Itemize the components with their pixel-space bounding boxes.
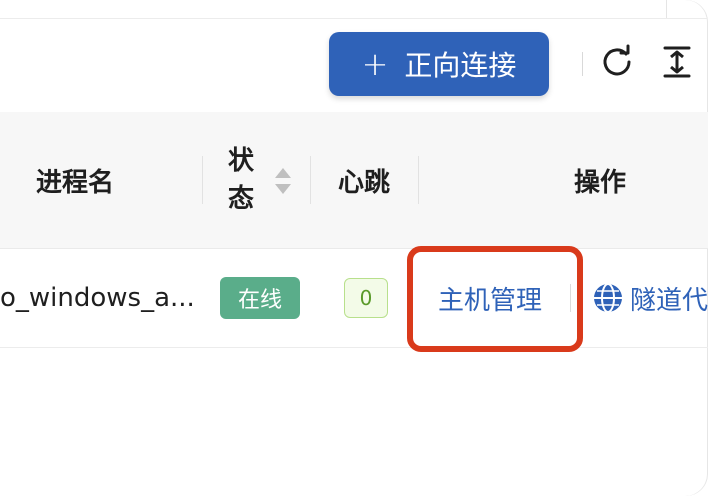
forward-connect-label: 正向连接 [404, 49, 517, 82]
toolbar-divider [582, 52, 583, 76]
column-header-status[interactable]: 状 态 [228, 112, 254, 248]
top-divider [0, 0, 708, 19]
table-header: 进程名 状 态 心跳 操作 [0, 112, 708, 249]
plus-icon: + [361, 45, 389, 83]
table-panel: + 正向连接 进程名 状 态 心跳 操作 o_windows_a... 在线 0 [0, 0, 708, 496]
column-header-actions: 操作 [574, 167, 627, 198]
refresh-icon[interactable] [599, 44, 635, 80]
process-name-cell: o_windows_a... [0, 283, 195, 313]
sort-icon[interactable] [274, 166, 292, 196]
table-row: o_windows_a... 在线 0 主机管理 隧道代 [0, 249, 708, 348]
status-header-line2: 态 [228, 184, 255, 214]
top-strip-separator [666, 0, 667, 18]
tunnel-proxy-link[interactable]: 隧道代 [592, 249, 708, 347]
header-separator [418, 156, 419, 204]
header-separator [202, 156, 203, 204]
tunnel-proxy-label: 隧道代 [630, 285, 708, 316]
column-header-process-name: 进程名 [36, 167, 115, 198]
globe-icon [594, 283, 622, 313]
heartbeat-badge: 0 [344, 278, 388, 318]
status-header-line1: 状 [228, 146, 255, 176]
column-header-heartbeat: 心跳 [338, 167, 391, 198]
header-separator [310, 156, 311, 204]
status-badge: 在线 [220, 277, 300, 319]
forward-connect-button[interactable]: + 正向连接 [329, 32, 549, 96]
highlight-box [407, 246, 583, 352]
column-height-icon[interactable] [659, 44, 695, 80]
